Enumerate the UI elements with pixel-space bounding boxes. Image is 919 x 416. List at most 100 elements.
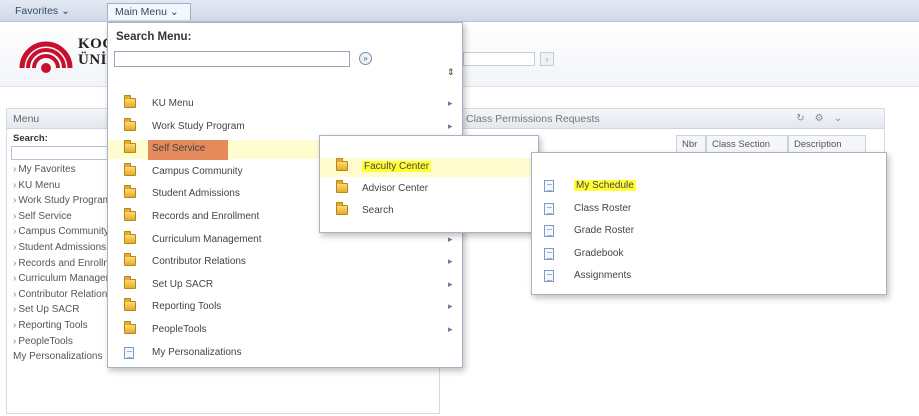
menu-item-text: PeopleTools (152, 324, 207, 335)
menu-pagelet-item-label: PeopleTools (18, 335, 73, 347)
menu-item-work-study-program[interactable]: Work Study Program ▸ (108, 117, 462, 137)
chevron-right-icon: ▸ (448, 256, 453, 267)
settings-icon[interactable]: ⚙⌄ (815, 113, 852, 124)
menu-item-label: Set Up SACR (152, 279, 213, 290)
chevron-right-icon: › (13, 195, 17, 207)
menu-pagelet-item-peopletools[interactable]: › PeopleTools (7, 336, 111, 352)
menu-item-label: Faculty Center (362, 161, 432, 172)
menu-item-text: Search (362, 205, 394, 216)
menu-item-text: Class Roster (574, 202, 632, 214)
menu-item-contributor-relations[interactable]: Contributor Relations ▸ (108, 253, 462, 272)
menu-pagelet-item-records-and-enrollment[interactable]: ›Records and Enrollment (7, 258, 111, 274)
menu-pagelet-item-ku-menu[interactable]: › KU Menu (7, 180, 111, 196)
menu-pagelet-item-label: Set Up SACR (18, 304, 80, 316)
page-icon (544, 202, 554, 215)
main-menu[interactable]: Main Menu ⌄ (107, 3, 191, 20)
search-menu-label: Search Menu: (116, 31, 192, 43)
chevron-right-icon: › (13, 226, 17, 238)
menu-pagelet-item-label: My Favorites (18, 164, 76, 175)
circle-arrow-icon[interactable]: » (359, 52, 372, 65)
column-nbr[interactable]: Nbr (676, 135, 706, 153)
menu-item-text: Work Study Program (152, 120, 245, 132)
menu-item-text: Gradebook (574, 247, 624, 259)
page-icon (124, 346, 134, 359)
page-icon (544, 270, 554, 282)
column-description[interactable]: Description (788, 135, 866, 153)
sort-icon[interactable]: ⇕ (447, 67, 455, 78)
folder-icon (124, 140, 136, 154)
chevron-right-icon: › (13, 273, 17, 285)
menu-pagelet-item-self-service[interactable]: › Self Service (7, 211, 111, 227)
chevron-right-icon: › (13, 304, 17, 316)
menu-search-input[interactable] (114, 51, 350, 67)
menu-item-text: Reporting Tools (152, 301, 222, 313)
menu-item-search[interactable]: Search (320, 202, 538, 221)
menu-item-label: Search (362, 205, 394, 216)
chevron-right-icon: › (13, 288, 17, 300)
menu-item-advisor-center[interactable]: Advisor Center (320, 180, 538, 199)
menu-item-label: Class Roster (574, 203, 631, 214)
menu-pagelet-item-label: Student Admissions (18, 241, 107, 253)
refresh-icon[interactable]: ↻ (796, 113, 814, 124)
menu-pagelet-item-label: Campus Community (18, 226, 109, 238)
folder-icon (124, 298, 136, 312)
menu-item-text: Student Admissions (152, 188, 240, 200)
header-search-button[interactable]: › (540, 52, 554, 66)
page-icon (544, 180, 554, 192)
menu-item-text: Grade Roster (574, 225, 635, 236)
menu-search-input[interactable] (11, 146, 111, 160)
header-search-input[interactable] (463, 52, 535, 66)
menu-item-text: My Personalizations (152, 346, 242, 358)
menu-item-curriculum-management[interactable]: Curriculum Management ▸ (108, 230, 462, 250)
menu-item-my-schedule[interactable]: My Schedule (532, 177, 886, 196)
chevron-right-icon: ▸ (448, 98, 453, 108)
menu-item-label: My Schedule (574, 180, 636, 191)
favorites-menu[interactable]: Favorites ⌄ (8, 3, 77, 20)
menu-item-text: KU Menu (152, 98, 194, 109)
folder-icon (124, 185, 136, 199)
folder-icon (124, 230, 136, 244)
menu-item-label: Grade Roster (574, 225, 634, 236)
menu-item-assignments[interactable]: Assignments (532, 267, 886, 286)
menu-item-label: Contributor Relations (152, 256, 246, 267)
self-service-flyout: Faculty Center Advisor Center Search (319, 135, 539, 233)
menu-pagelet-item-curriculum-management[interactable]: ›Curriculum Management (7, 273, 111, 289)
menu-pagelet-item-my-personalizations[interactable]: My Personalizations (7, 351, 111, 367)
menu-item-label: Curriculum Management (152, 234, 262, 245)
menu-item-ku-menu[interactable]: KU Menu ▸ (108, 95, 462, 114)
menu-item-reporting-tools[interactable]: Reporting Tools ▸ (108, 298, 462, 317)
chevron-right-icon: ▸ (448, 278, 453, 289)
menu-item-text: My Schedule (574, 180, 636, 191)
menu-item-gradebook[interactable]: Gradebook (532, 245, 886, 264)
menu-pagelet-item-my-favorites[interactable]: › My Favorites (7, 164, 111, 180)
menu-pagelet-item-reporting-tools[interactable]: › Reporting Tools (7, 320, 111, 336)
menu-item-text: Set Up SACR (152, 278, 214, 290)
menu-item-peopletools[interactable]: PeopleTools ▸ (108, 321, 462, 340)
menu-item-faculty-center[interactable]: Faculty Center (320, 158, 538, 177)
menu-pagelet-item-label: Reporting Tools (18, 319, 88, 331)
column-class-section[interactable]: Class Section (706, 135, 788, 153)
class-pagelet-header: Class Permissions Requests ↻⚙⌄ (446, 109, 884, 129)
chevron-right-icon: › (13, 179, 17, 191)
folder-icon (124, 117, 136, 131)
menu-item-label: Advisor Center (362, 183, 428, 194)
menu-item-label: Reporting Tools (152, 301, 221, 312)
menu-pagelet-item-label: Work Study Program (18, 195, 111, 207)
menu-item-set-up-sacr[interactable]: Set Up SACR ▸ (108, 275, 462, 295)
menu-pagelet-item-set-up-sacr[interactable]: › Set Up SACR (7, 304, 111, 320)
menu-pagelet-item-label: Curriculum Management (18, 273, 111, 285)
chevron-right-icon: › (13, 257, 17, 269)
menu-pagelet-item-label: Records and Enrollment (18, 257, 111, 269)
chevron-right-icon: ▸ (448, 324, 453, 334)
faculty-center-flyout: My Schedule Class Roster Grade Roster Grade… (531, 152, 887, 295)
university-logo-icon (19, 41, 73, 73)
menu-pagelet-item-campus-community[interactable]: › Campus Community (7, 226, 111, 242)
menu-pagelet-item-contributor-relations[interactable]: › Contributor Relations (7, 289, 111, 305)
menu-pagelet-item-work-study-program[interactable]: › Work Study Program (7, 195, 111, 211)
menu-pagelet-item-student-admissions[interactable]: › Student Admissions (7, 242, 111, 258)
menu-item-class-roster[interactable]: Class Roster (532, 200, 886, 219)
menu-item-my-personalizations[interactable]: My Personalizations (108, 344, 462, 363)
menu-item-label: My Personalizations (152, 347, 241, 358)
menu-item-grade-roster[interactable]: Grade Roster (532, 222, 886, 241)
page-icon (544, 247, 554, 260)
